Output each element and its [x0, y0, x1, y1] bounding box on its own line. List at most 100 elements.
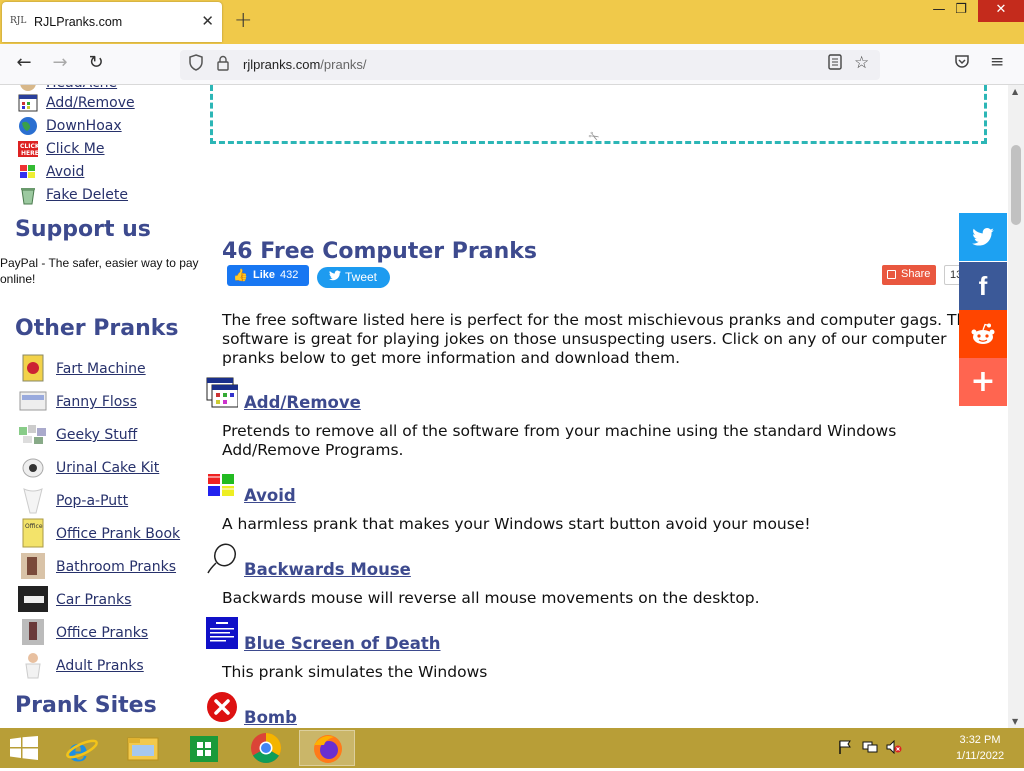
prank-link-adult-pranks[interactable]: Adult Pranks [56, 658, 144, 674]
hamburger-menu-icon[interactable]: ≡ [990, 52, 1004, 72]
share-icon [887, 270, 896, 279]
web-page: HeadAche Add/Remove DownHoax CLICKHERE C… [0, 85, 1008, 728]
network-icon[interactable] [862, 740, 878, 757]
taskbar-file-explorer[interactable] [115, 730, 171, 766]
sidebar-link-avoid[interactable]: Avoid [46, 164, 84, 180]
prank-sites-heading: Prank Sites [15, 693, 157, 718]
recycle-bin-icon [21, 188, 35, 205]
program-title-backwards-mouse[interactable]: Backwards Mouse [244, 560, 411, 579]
intro-text: The free software listed here is perfect… [222, 311, 979, 367]
windows-start-icon[interactable] [10, 736, 38, 760]
tweet-button[interactable]: Tweet [317, 267, 390, 288]
prank-link-urinal-cake-kit[interactable]: Urinal Cake Kit [56, 460, 159, 476]
program-title-add-remove[interactable]: Add/Remove [244, 393, 361, 412]
clock-date: 1/11/2022 [955, 750, 1005, 762]
pocket-icon[interactable] [954, 54, 970, 73]
internet-explorer-icon: e [66, 731, 98, 769]
address-bar[interactable]: rjlpranks.com/pranks/ ☆ [180, 50, 880, 80]
globe-icon [19, 117, 37, 135]
urinal-cake-thumbnail [22, 458, 44, 478]
prank-link-car-pranks[interactable]: Car Pranks [56, 592, 131, 608]
reader-view-icon[interactable] [828, 54, 842, 74]
tracking-shield-icon[interactable] [188, 54, 204, 75]
adult-pranks-thumbnail [25, 653, 41, 679]
sidebar-link-downhoax[interactable]: DownHoax [46, 118, 122, 134]
file-explorer-icon [127, 737, 159, 761]
add-remove-icon [18, 94, 38, 112]
facebook-share-button[interactable]: f [959, 262, 1007, 310]
firefox-icon [314, 735, 342, 763]
clock-time: 3:32 PM [959, 734, 1001, 746]
reload-icon[interactable]: ↻ [84, 52, 108, 73]
page-scrollbar[interactable]: ▲ ▼ [1008, 85, 1024, 728]
sidebar-link-add-remove[interactable]: Add/Remove [46, 95, 135, 111]
close-window-button[interactable]: ✕ [978, 0, 1024, 22]
reddit-icon [971, 323, 995, 344]
reddit-share-button[interactable] [959, 310, 1007, 358]
twitter-share-button[interactable] [959, 213, 1007, 261]
program-title-avoid[interactable]: Avoid [244, 486, 296, 505]
geeky-stuff-thumbnail [19, 425, 46, 444]
office-pranks-thumbnail [22, 619, 44, 645]
rjl-favicon-icon: RJL [10, 16, 27, 26]
volume-muted-icon[interactable] [886, 739, 902, 757]
restore-button[interactable]: ❐ [946, 0, 976, 22]
forward-icon[interactable]: → [48, 52, 72, 73]
prank-link-office-prank-book[interactable]: Office Prank Book [56, 526, 180, 542]
paypal-text: PayPal - The safer, easier way to pay on… [0, 256, 199, 286]
store-icon [190, 736, 218, 762]
program-desc-avoid: A harmless prank that makes your Windows… [222, 515, 811, 533]
action-center-flag-icon[interactable] [838, 740, 852, 757]
share-button[interactable]: Share [882, 265, 936, 285]
mouse-program-icon [207, 543, 237, 574]
svg-text:CLICK: CLICK [20, 143, 38, 150]
program-desc-backwards-mouse: Backwards mouse will reverse all mouse m… [222, 589, 760, 607]
windows-taskbar: e 3:32 PM 1/11/2022 [0, 728, 1024, 769]
chrome-icon [251, 733, 282, 764]
taskbar-internet-explorer[interactable]: e [54, 730, 110, 769]
bathroom-pranks-thumbnail [21, 553, 45, 579]
scroll-down-arrow-icon[interactable]: ▼ [1012, 717, 1018, 726]
taskbar-chrome[interactable] [238, 730, 294, 766]
more-share-button[interactable]: + [959, 358, 1007, 406]
windows-flag-icon [20, 165, 35, 178]
taskbar-firefox[interactable] [299, 730, 355, 766]
taskbar-store[interactable] [176, 730, 232, 766]
browser-titlebar: RJL RJLPranks.com ✕ + — ❐ ✕ [0, 0, 1024, 44]
sidebar-link-fake-delete[interactable]: Fake Delete [46, 187, 128, 203]
fart-machine-thumbnail [22, 354, 44, 382]
click-here-icon: CLICKHERE [18, 141, 38, 157]
avoid-program-icon [208, 474, 234, 496]
program-desc-add-remove: Pretends to remove all of the software f… [222, 422, 897, 459]
prank-link-pop-a-putt[interactable]: Pop-a-Putt [56, 493, 128, 509]
other-pranks-heading: Other Pranks [15, 316, 179, 341]
facebook-thumb-icon: 👍 [233, 268, 248, 282]
scrollbar-thumb[interactable] [1011, 145, 1021, 225]
like-count: 432 [280, 269, 299, 281]
back-icon[interactable]: ← [12, 52, 36, 73]
url-text[interactable]: rjlpranks.com/pranks/ [243, 57, 367, 72]
fanny-floss-thumbnail [19, 391, 47, 411]
lock-icon[interactable] [216, 55, 230, 75]
prank-link-office-pranks[interactable]: Office Pranks [56, 625, 148, 641]
twitter-bird-icon [329, 270, 341, 284]
bookmark-star-icon[interactable]: ☆ [854, 53, 869, 73]
program-title-bomb[interactable]: Bomb [244, 708, 297, 727]
system-clock[interactable]: 3:32 PM 1/11/2022 [940, 732, 1020, 764]
prank-link-fanny-floss[interactable]: Fanny Floss [56, 394, 137, 410]
svg-text:Office: Office [25, 523, 43, 530]
tab-rjlpranks[interactable]: RJL RJLPranks.com ✕ [2, 2, 222, 42]
tab-title: RJLPranks.com [34, 15, 123, 29]
page-title: 46 Free Computer Pranks [222, 239, 537, 264]
support-us-heading: Support us [15, 217, 151, 242]
prank-link-geeky-stuff[interactable]: Geeky Stuff [56, 427, 137, 443]
scroll-up-arrow-icon[interactable]: ▲ [1012, 87, 1018, 96]
sidebar-link-click-me[interactable]: Click Me [46, 141, 105, 157]
facebook-like-button[interactable]: 👍 Like 432 [227, 265, 309, 286]
program-title-blue-screen[interactable]: Blue Screen of Death [244, 634, 441, 653]
svg-text:HERE: HERE [21, 150, 38, 157]
new-tab-button[interactable]: + [234, 8, 252, 33]
close-tab-icon[interactable]: ✕ [201, 12, 214, 30]
prank-link-bathroom-pranks[interactable]: Bathroom Pranks [56, 559, 176, 575]
prank-link-fart-machine[interactable]: Fart Machine [56, 361, 146, 377]
